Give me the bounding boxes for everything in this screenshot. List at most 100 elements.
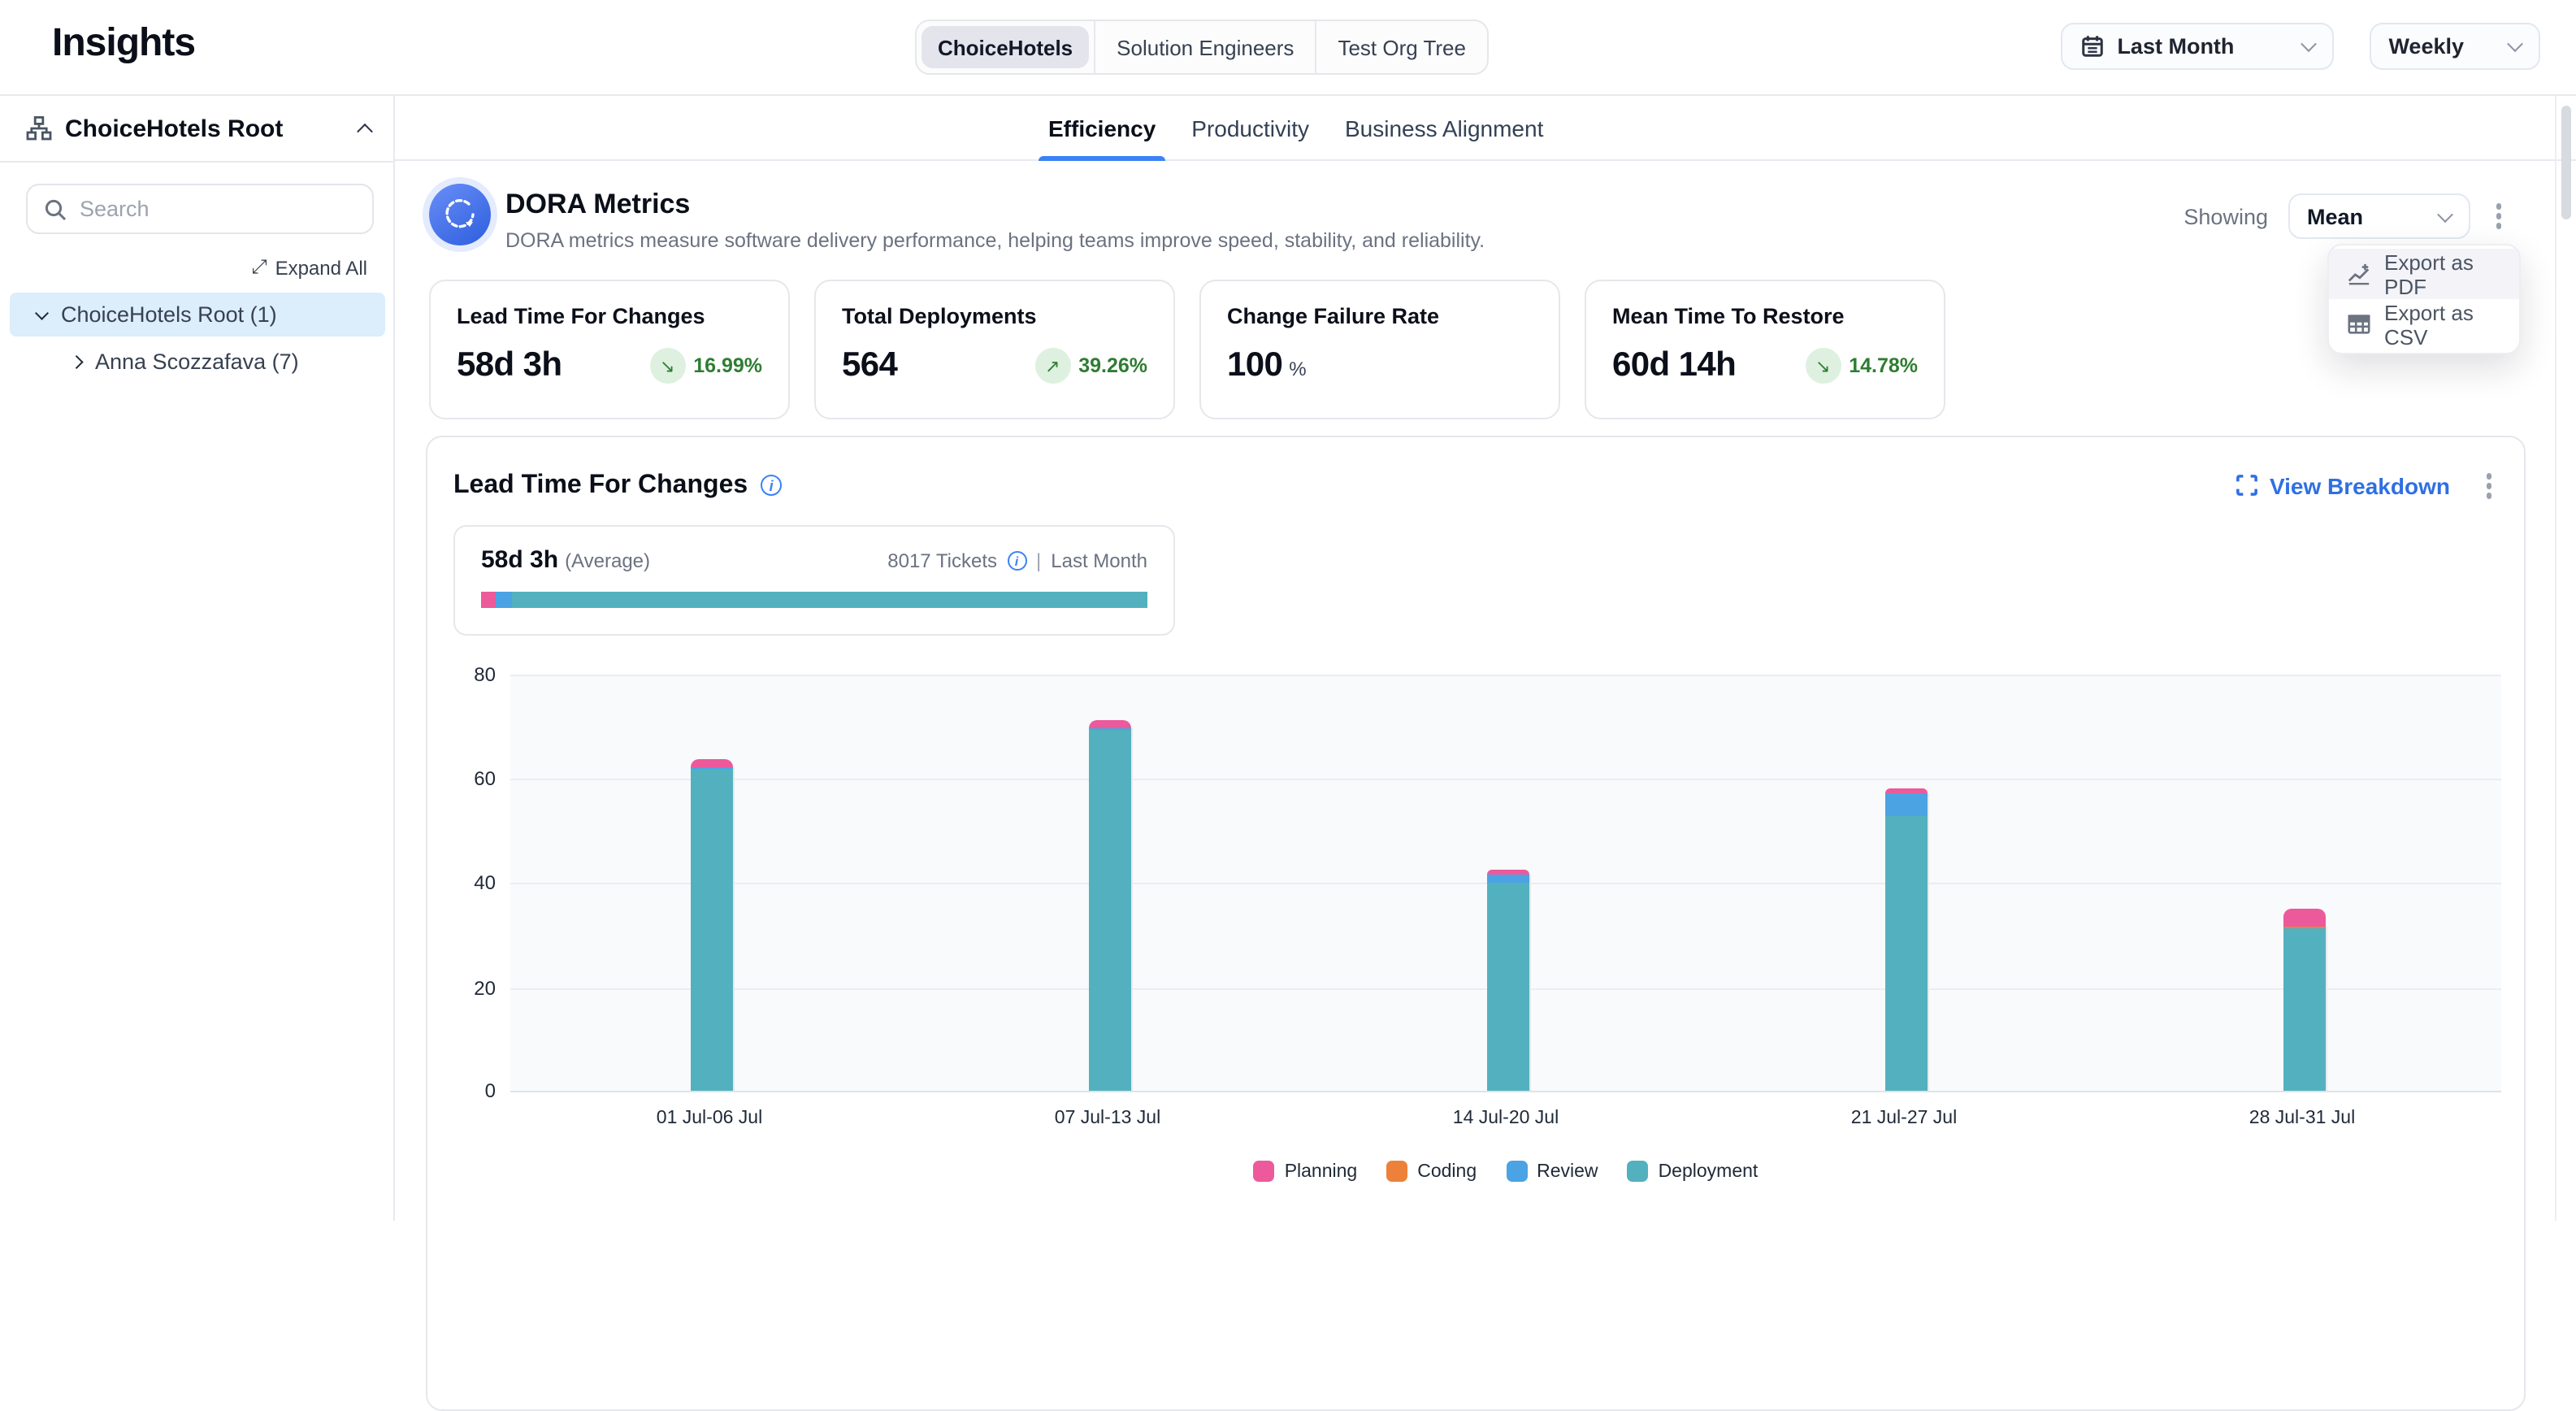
y-axis-tick: 20 [453, 977, 496, 1000]
lead-time-chart: 80 60 40 20 0 01 Jul-06 Jul 07 Jul-13 Ju… [453, 675, 2501, 1182]
stacked-bar [1089, 720, 1126, 1091]
card-total-deployments: Total Deployments 564 ↗ 39.26% [814, 280, 1175, 419]
search-icon [44, 198, 67, 220]
y-axis-tick: 80 [453, 663, 496, 686]
search-input[interactable] [80, 197, 340, 221]
trend-value: 16.99% [693, 354, 762, 377]
menu-item-label: Export as PDF [2384, 250, 2501, 298]
x-axis-label: 21 Jul-27 Jul [1851, 1109, 1957, 1128]
org-tab-solution-engineers[interactable]: Solution Engineers [1094, 21, 1316, 73]
x-axis-labels: 01 Jul-06 Jul 07 Jul-13 Jul 14 Jul-20 Ju… [510, 1109, 2501, 1141]
expand-all-button[interactable]: ⤢ Expand All [251, 255, 367, 280]
calendar-icon [2079, 34, 2104, 59]
aggregation-select[interactable]: Mean [2288, 193, 2470, 239]
dora-kebab-menu-button[interactable] [2489, 198, 2508, 236]
tree-item-anna-scozzafava[interactable]: Anna Scozzafava (7) [10, 340, 385, 384]
tab-efficiency[interactable]: Efficiency [1048, 96, 1156, 161]
legend-item-deployment: Deployment [1628, 1161, 1759, 1182]
tree-item-label: Anna Scozzafava (7) [95, 349, 299, 374]
search-box [26, 184, 374, 234]
progress-segment-review [496, 592, 512, 608]
chart-export-icon [2347, 262, 2371, 286]
legend-item-review: Review [1506, 1161, 1598, 1182]
view-breakdown-label: View Breakdown [2270, 473, 2450, 499]
tree-item-label: ChoiceHotels Root (1) [61, 302, 277, 327]
date-range-value: Last Month [2117, 34, 2234, 59]
trend-down-icon: ↘ [1805, 348, 1841, 384]
expand-all-icon: ⤢ [251, 255, 267, 280]
table-icon [2347, 312, 2371, 336]
showing-label: Showing [2184, 204, 2268, 228]
card-title: Total Deployments [842, 304, 1147, 328]
topbar-controls: Last Month Weekly [2060, 23, 2540, 70]
dora-metrics-title: DORA Metrics [505, 189, 690, 221]
trend-up-icon: ↗ [1034, 348, 1070, 384]
aggregation-value: Mean [2307, 204, 2363, 228]
dora-metrics-icon [429, 184, 491, 245]
chart-plot [510, 675, 2501, 1092]
tabs-row: Efficiency Productivity Business Alignme… [395, 96, 2576, 161]
tab-productivity[interactable]: Productivity [1191, 96, 1309, 161]
x-axis-label: 14 Jul-20 Jul [1453, 1109, 1559, 1128]
sidebar-header: ChoiceHotels Root [0, 96, 393, 163]
legend-item-planning: Planning [1254, 1161, 1358, 1182]
chevron-right-icon [70, 355, 83, 368]
org-tab-choicehotels[interactable]: ChoiceHotels [922, 26, 1089, 68]
scrollbar-thumb[interactable] [2561, 106, 2571, 219]
chevron-down-icon [2507, 36, 2523, 52]
average-suffix: (Average) [565, 549, 650, 572]
export-menu: Export as PDF Export as CSV [2327, 244, 2521, 354]
date-range-select[interactable]: Last Month [2060, 23, 2333, 70]
view-breakdown-button[interactable]: View Breakdown [2237, 473, 2450, 499]
card-mean-time-to-restore: Mean Time To Restore 60d 14h ↘ 14.78% [1585, 280, 1945, 419]
chart-kebab-menu-button[interactable] [2479, 467, 2498, 505]
org-tab-test-org-tree[interactable]: Test Org Tree [1316, 21, 1487, 73]
chevron-down-icon [36, 306, 49, 319]
deployment-swatch [1628, 1161, 1649, 1182]
expand-corners-icon [2237, 475, 2258, 497]
lead-time-section: Lead Time For Changes i V [426, 436, 2526, 1411]
menu-item-label: Export as CSV [2384, 300, 2501, 349]
period-label: Last Month [1051, 549, 1147, 572]
card-title: Change Failure Rate [1227, 304, 1533, 328]
card-change-failure-rate: Change Failure Rate 100% [1199, 280, 1560, 419]
org-switcher: ChoiceHotels Solution Engineers Test Org… [915, 20, 1489, 75]
chevron-down-icon [2301, 36, 2317, 52]
dora-metrics-subtitle: DORA metrics measure software delivery p… [505, 229, 1485, 252]
info-icon[interactable]: i [761, 475, 782, 497]
main-content: Efficiency Productivity Business Alignme… [395, 96, 2576, 1221]
tickets-meta: 8017 Tickets i | Last Month [887, 549, 1147, 572]
lead-time-header: Lead Time For Changes i V [453, 467, 2498, 505]
x-axis-label: 28 Jul-31 Jul [2249, 1109, 2355, 1128]
y-axis-tick: 0 [453, 1079, 496, 1102]
progress-segment-planning [481, 592, 496, 608]
org-sidebar: ChoiceHotels Root ⤢ Expand All ChoiceHot [0, 96, 395, 1221]
tab-business-alignment[interactable]: Business Alignment [1345, 96, 1543, 161]
divider: | [1036, 549, 1041, 572]
chevron-down-icon [2436, 206, 2452, 222]
insights-page: Insights ChoiceHotels Solution Engineers… [0, 0, 2576, 1221]
card-lead-time-for-changes: Lead Time For Changes 58d 3h ↘ 16.99% [429, 280, 790, 419]
export-pdf-menu-item[interactable]: Export as PDF [2329, 249, 2519, 299]
trend-badge: ↗ 39.26% [1034, 348, 1147, 384]
trend-value: 39.26% [1078, 354, 1147, 377]
granularity-value: Weekly [2388, 34, 2464, 59]
average-value: 58d 3h(Average) [481, 546, 650, 574]
stacked-bar [691, 759, 728, 1091]
metric-tabs: Efficiency Productivity Business Alignme… [1048, 96, 1543, 161]
showing-controls: Showing Mean [2184, 193, 2508, 239]
collapse-sidebar-chevron[interactable] [357, 124, 373, 140]
tickets-count: 8017 Tickets [887, 549, 997, 572]
scrollbar-track [2555, 96, 2556, 1221]
tree-item-choicehotels-root[interactable]: ChoiceHotels Root (1) [10, 293, 385, 336]
trend-value: 14.78% [1849, 354, 1918, 377]
progress-segment-deployment [512, 592, 1147, 608]
legend-item-coding: Coding [1386, 1161, 1477, 1182]
x-axis-label: 01 Jul-06 Jul [657, 1109, 762, 1128]
info-icon[interactable]: i [1007, 551, 1026, 571]
export-csv-menu-item[interactable]: Export as CSV [2329, 299, 2519, 349]
y-axis-tick: 60 [453, 767, 496, 790]
granularity-select[interactable]: Weekly [2369, 23, 2540, 70]
trend-badge: ↘ 16.99% [649, 348, 762, 384]
lead-time-title: Lead Time For Changes [453, 471, 748, 501]
